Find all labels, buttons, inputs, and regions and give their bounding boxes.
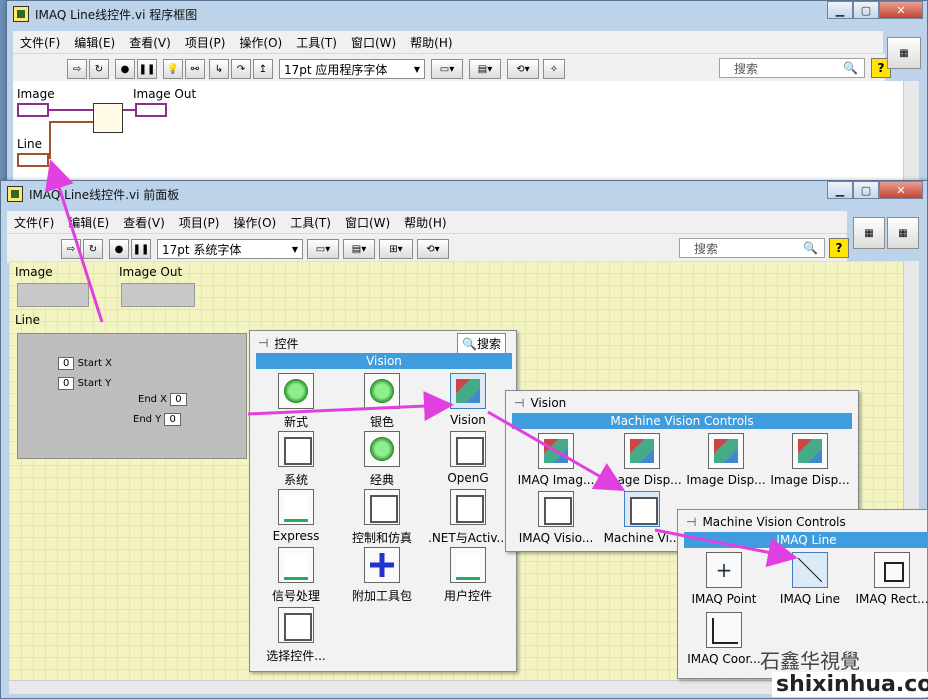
- watermark-url: shixinhua.com: [772, 672, 928, 697]
- arrow-to-imaq-line: [654, 528, 798, 568]
- arrow-to-machine-vision: [487, 410, 626, 491]
- annotation-arrows: [44, 159, 798, 568]
- arrow-to-diagram: [44, 159, 104, 323]
- arrow-to-vision: [247, 391, 454, 422]
- watermark-logo: 石鑫华視覺: [760, 649, 860, 673]
